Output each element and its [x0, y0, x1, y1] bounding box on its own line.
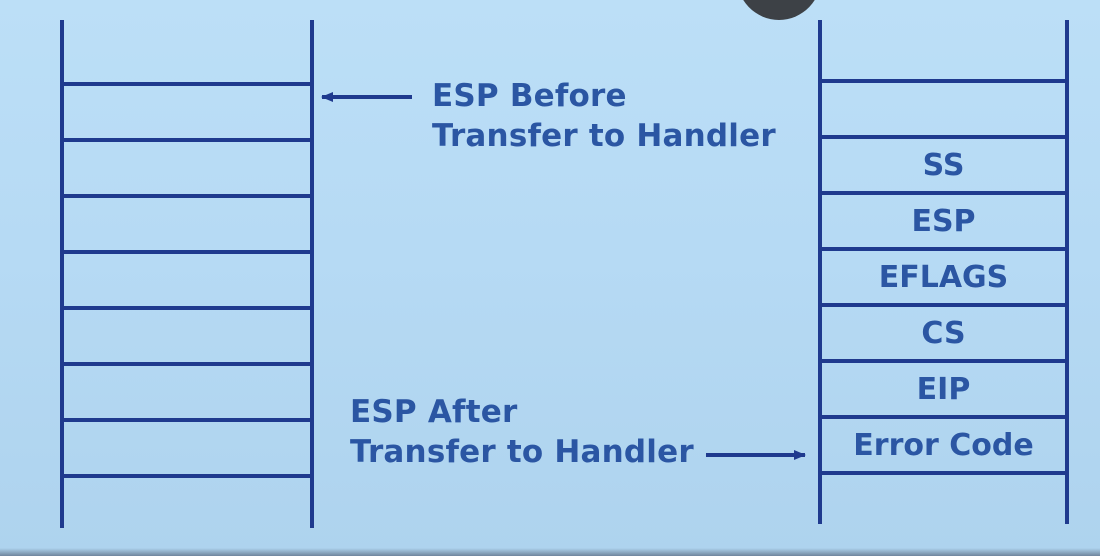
- bottom-edge: [0, 548, 1100, 556]
- esp-before-label-line1: ESP Before: [432, 78, 627, 114]
- stack-entry-esp: ESP: [911, 204, 976, 239]
- stack-entry-error-code: Error Code: [853, 428, 1034, 463]
- esp-before-label-line2: Transfer to Handler: [432, 118, 776, 154]
- esp-after-label-line1: ESP After: [350, 394, 518, 430]
- stack-entry-ss: SS: [922, 148, 965, 183]
- left-stack: [60, 20, 314, 528]
- esp-after-label-line2: Transfer to Handler: [350, 434, 694, 470]
- stack-diagram: ESP Before Transfer to Handler ESP After…: [0, 0, 1100, 556]
- stack-entry-eflags: EFLAGS: [878, 260, 1009, 295]
- stack-entry-eip: EIP: [916, 372, 971, 407]
- stack-entry-cs: CS: [921, 316, 966, 351]
